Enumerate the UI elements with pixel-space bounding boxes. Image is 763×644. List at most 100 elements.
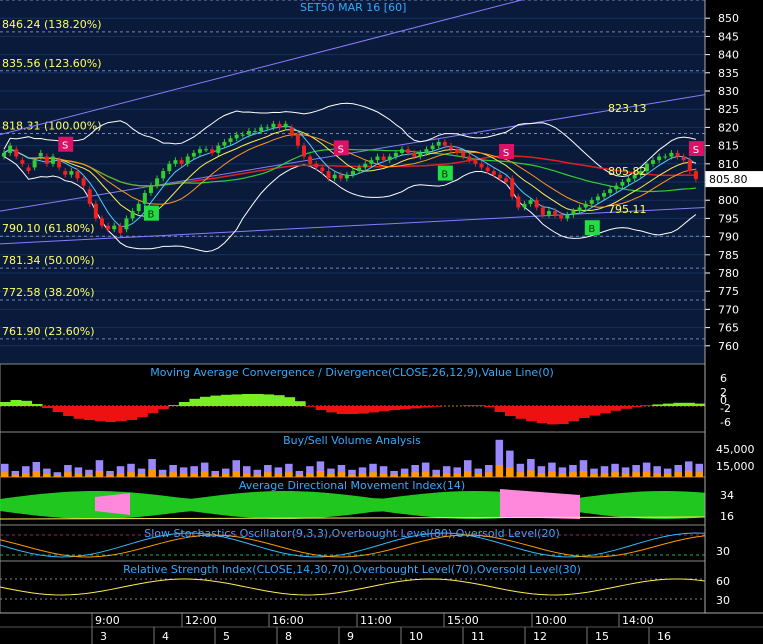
macd-bar: [694, 403, 706, 406]
candle-body: [595, 196, 600, 201]
macd-bar: [536, 406, 548, 424]
candle-body: [320, 167, 325, 172]
chart-title: SET50 MAR 16 [60]: [300, 1, 407, 14]
volume-bar-sell: [337, 472, 346, 477]
volume-bar-sell: [1, 472, 9, 477]
price-axis-tick: 780: [718, 267, 739, 280]
volume-bar-sell: [137, 474, 146, 477]
candle-body: [614, 185, 619, 190]
price-axis-tick: 765: [718, 322, 739, 335]
annotation-high: 823.13: [608, 102, 647, 115]
candle-body: [546, 211, 551, 215]
macd-bar: [420, 406, 432, 408]
macd-bar: [136, 406, 148, 418]
candle-body: [497, 174, 502, 179]
volume-bar-sell: [95, 471, 104, 477]
volume-bar-sell: [421, 471, 430, 477]
candle-body: [412, 152, 417, 157]
macd-bar: [242, 394, 254, 406]
macd-bar: [578, 406, 590, 418]
macd-bar: [31, 404, 43, 406]
candle-body: [277, 123, 282, 128]
candle-body: [130, 211, 135, 219]
macd-bar: [547, 406, 559, 425]
volume-bar-sell: [358, 473, 367, 477]
candle-body: [344, 174, 349, 179]
fib-level-label: 846.24 (138.20%): [2, 18, 102, 31]
volume-bar-sell: [485, 472, 493, 477]
price-axis-tick: 770: [718, 303, 739, 316]
macd-bar: [484, 406, 496, 408]
volume-bar-sell: [558, 473, 567, 477]
day-label: 11: [471, 630, 485, 643]
volume-bar-sell: [64, 472, 72, 477]
macd-bar: [178, 402, 190, 406]
volume-bar-sell: [411, 472, 419, 477]
rsi-panel-title: Relative Strength Index(CLOSE,14,30,70),…: [123, 563, 581, 576]
chart-canvas[interactable]: 855.00 (150.00%)846.24 (138.20%)835.56 (…: [0, 0, 763, 644]
macd-bar: [347, 406, 359, 414]
price-axis-tick: 835: [718, 67, 739, 80]
macd-bar: [189, 398, 201, 406]
volume-bar-sell: [453, 473, 461, 477]
candle-body: [314, 163, 319, 168]
candle-body: [393, 152, 398, 157]
candle-body: [161, 171, 166, 179]
hour-label: 12:00: [185, 614, 217, 627]
candle-body: [528, 200, 533, 204]
macd-bar: [557, 406, 569, 424]
macd-bar: [73, 406, 85, 419]
macd-bar: [294, 401, 306, 406]
volume-bar-sell: [116, 473, 125, 477]
candle-body: [81, 178, 86, 186]
volume-bar-sell: [379, 473, 388, 477]
volume-bar-sell: [684, 471, 693, 477]
volume-bar-sell: [442, 473, 451, 477]
volume-bar-sell: [400, 474, 409, 477]
macd-bar: [0, 402, 12, 406]
candle-body: [38, 152, 43, 157]
volume-bar-sell: [495, 465, 504, 477]
volume-bar-sell: [158, 474, 167, 477]
candle-body: [142, 192, 147, 204]
candle-body: [106, 225, 111, 230]
candle-body: [565, 214, 570, 219]
candle-body: [461, 152, 466, 157]
volume-bar-sell: [211, 474, 219, 477]
day-label: 4: [162, 630, 169, 643]
candle-body: [210, 149, 215, 153]
macd-bar: [21, 400, 33, 406]
day-label: 3: [100, 630, 107, 643]
macd-bar: [199, 396, 211, 406]
macd-bar: [42, 406, 54, 408]
candle-body: [295, 134, 300, 146]
adx-panel-title: Average Directional Movement Index(14): [239, 479, 465, 492]
macd-bar: [620, 406, 632, 409]
volume-bar-sell: [285, 472, 293, 477]
volume-bar-sell: [390, 474, 398, 477]
candle-body: [308, 156, 313, 164]
candle-body: [485, 167, 490, 172]
macd-bar: [52, 406, 64, 412]
day-label: 15: [595, 630, 609, 643]
macd-bar: [378, 406, 390, 412]
macd-bar: [273, 395, 285, 406]
chart-root: 855.00 (150.00%)846.24 (138.20%)835.56 (…: [0, 0, 763, 644]
price-axis-tick: 820: [718, 121, 739, 134]
macd-bar: [252, 394, 264, 406]
candle-body: [693, 171, 698, 180]
price-axis-tick: 785: [718, 249, 739, 262]
candle-body: [424, 149, 429, 153]
macd-bar: [589, 406, 601, 416]
macd-bar: [662, 403, 674, 406]
signal-label: B: [441, 170, 448, 181]
candle-body: [283, 123, 288, 128]
candle-body: [357, 167, 362, 172]
macd-bar: [168, 405, 180, 406]
macd-bar: [126, 406, 138, 420]
macd-bar: [410, 406, 422, 409]
volume-axis-tick: 45,000: [716, 443, 755, 456]
volume-bar-sell: [127, 472, 135, 477]
macd-bar: [263, 394, 275, 406]
candle-body: [26, 167, 31, 172]
